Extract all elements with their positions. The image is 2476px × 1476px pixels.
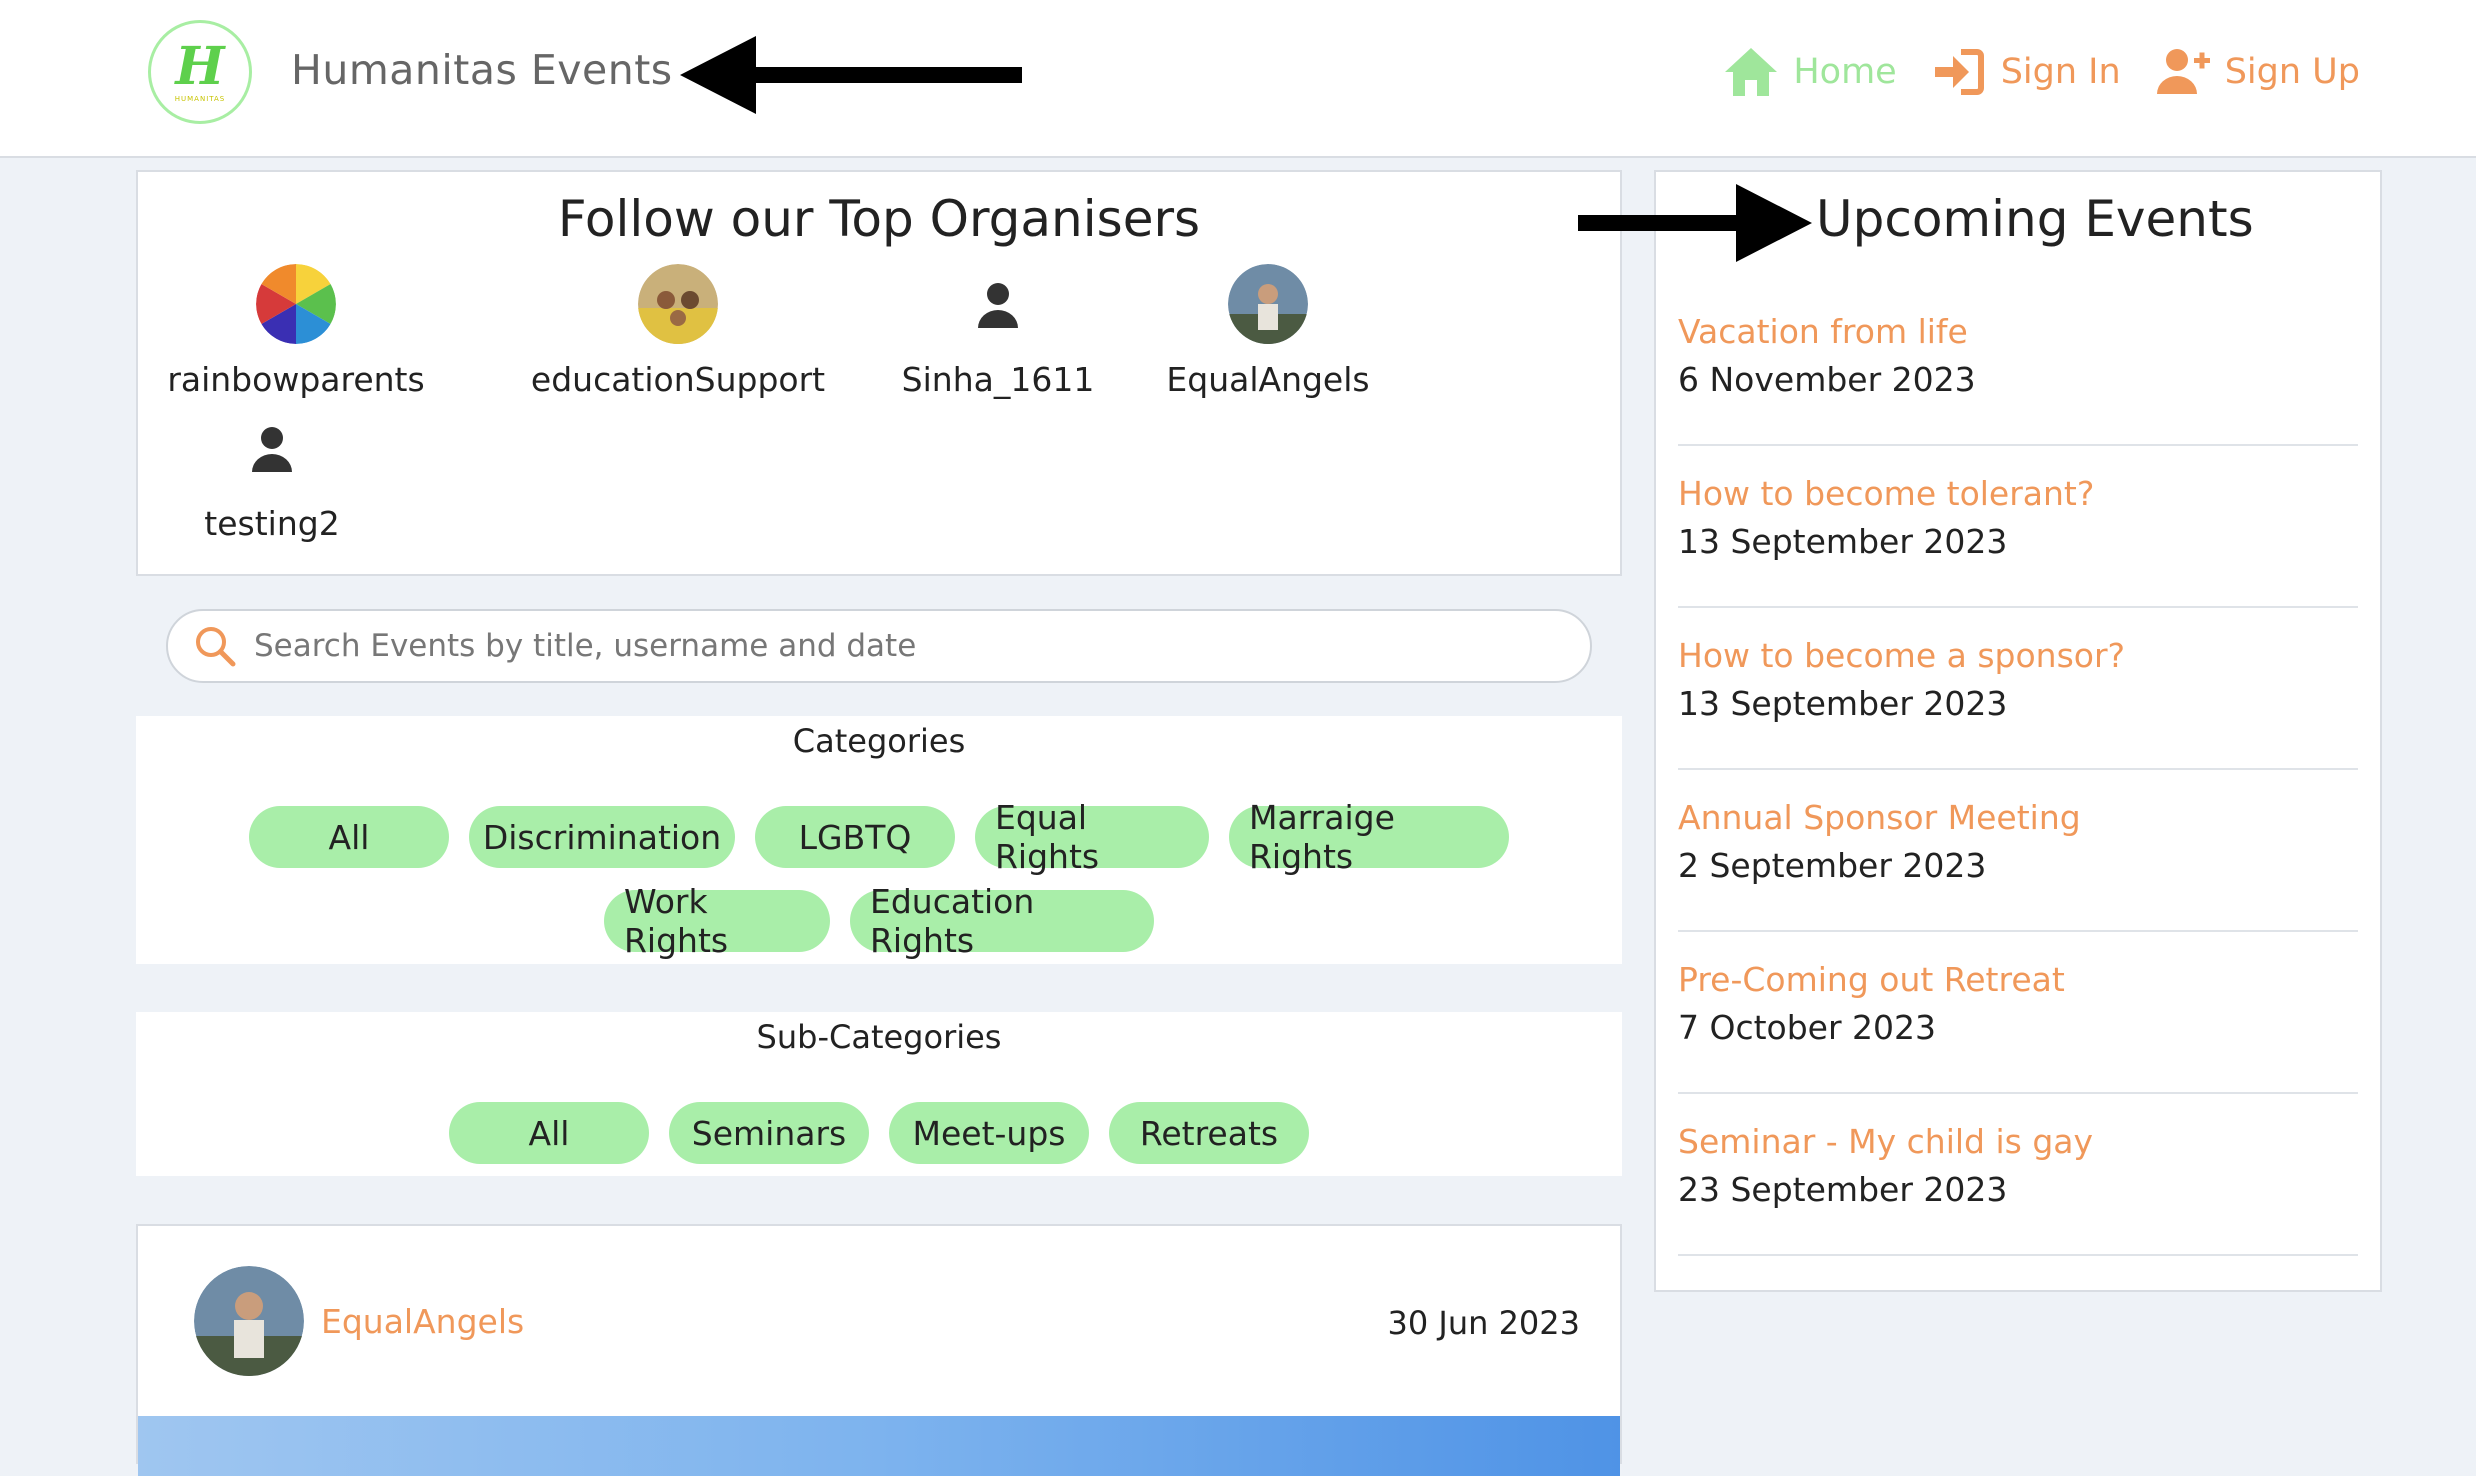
upcoming-event-item: How to become a sponsor? 13 September 20… [1678,606,2358,770]
post-date: 30 Jun 2023 [1387,1304,1581,1342]
categories-row: Work Rights Education Rights [136,882,1622,960]
nav-home-label: Home [1793,52,1897,92]
event-title-link[interactable]: Seminar - My child is gay [1678,1122,2093,1161]
categories-panel: Categories All Discrimination LGBTQ Equa… [136,716,1622,964]
subcategories-panel: Sub-Categories All Seminars Meet-ups Ret… [136,1012,1622,1176]
subcategory-pill-retreats[interactable]: Retreats [1109,1102,1309,1164]
organiser-item[interactable]: testing2 [194,408,350,543]
event-title-link[interactable]: Pre-Coming out Retreat [1678,960,2065,999]
category-pill-work-rights[interactable]: Work Rights [604,882,830,960]
upcoming-events-title: Upcoming Events [1816,190,2254,248]
post-avatar[interactable] [194,1266,304,1376]
navbar: H HUMANITAS Humanitas Events Home Sign I… [0,0,2476,158]
nav-sign-up-label: Sign Up [2224,52,2360,92]
category-pill-all[interactable]: All [249,806,449,868]
upcoming-events-card: Upcoming Events Vacation from life 6 Nov… [1654,170,2382,1292]
nav-home-link[interactable]: Home [1723,44,1897,100]
organiser-name: testing2 [204,504,340,543]
logo-letter: H [175,36,225,97]
person-icon [252,427,292,472]
event-date: 23 September 2023 [1678,1170,2008,1209]
organiser-item[interactable]: rainbowparents [167,264,425,399]
photo-avatar [1228,264,1308,344]
top-organisers-card: Follow our Top Organisers rainbowparents… [136,170,1622,576]
nav-sign-in-label: Sign In [2000,52,2121,92]
upcoming-event-item: Seminar - My child is gay 23 September 2… [1678,1092,2358,1256]
logo-caption: HUMANITAS [174,95,226,103]
search-bar[interactable] [166,609,1592,683]
organiser-name: rainbowparents [167,360,425,399]
organiser-item[interactable]: Sinha_1611 [902,264,1094,399]
post-image[interactable] [138,1416,1620,1476]
upcoming-event-item: Vacation from life 6 November 2023 [1678,282,2358,446]
search-input[interactable] [252,627,1590,665]
subcategories-label: Sub-Categories [756,1018,1002,1056]
event-date: 7 October 2023 [1678,1008,1937,1047]
upcoming-event-item: Pre-Coming out Retreat 7 October 2023 [1678,930,2358,1094]
organiser-item[interactable]: EqualAngels [1158,264,1378,399]
event-date: 13 September 2023 [1678,522,2008,561]
organiser-name: EqualAngels [1166,360,1370,399]
organiser-name: Sinha_1611 [901,360,1095,399]
search-icon [196,627,236,667]
categories-row: All Discrimination LGBTQ Equal Rights Ma… [136,798,1622,876]
event-date: 2 September 2023 [1678,846,1987,885]
home-icon [1725,48,1778,96]
subcategory-pill-seminars[interactable]: Seminars [669,1102,869,1164]
annotation-arrow-right-icon [1578,184,1812,262]
person-icon [978,283,1018,328]
post-username-link[interactable]: EqualAngels [321,1302,524,1341]
upcoming-event-item: Annual Sponsor Meeting 2 September 2023 [1678,768,2358,932]
category-pill-education-rights[interactable]: Education Rights [850,882,1154,960]
subcategory-pill-meet-ups[interactable]: Meet-ups [889,1102,1089,1164]
annotation-arrow-left-icon [680,36,1022,114]
nav-sign-in-link[interactable]: Sign In [1931,44,2121,100]
category-pill-equal-rights[interactable]: Equal Rights [975,798,1209,876]
event-post-card[interactable]: EqualAngels 30 Jun 2023 [136,1224,1622,1476]
nav-sign-up-link[interactable]: Sign Up [2155,44,2360,100]
organiser-item[interactable]: educationSupport [531,264,825,399]
category-pill-lgbtq[interactable]: LGBTQ [755,806,955,868]
upcoming-event-item: How to become tolerant? 13 September 202… [1678,444,2358,608]
brand-name[interactable]: Humanitas Events [291,46,673,94]
event-title-link[interactable]: Vacation from life [1678,312,1968,351]
subcategory-pill-all[interactable]: All [449,1102,649,1164]
organisers-title: Follow our Top Organisers [557,190,1201,248]
event-title-link[interactable]: Annual Sponsor Meeting [1678,798,2081,837]
category-pill-marraige-rights[interactable]: Marraige Rights [1229,798,1509,876]
event-title-link[interactable]: How to become a sponsor? [1678,636,2125,675]
event-date: 13 September 2023 [1678,684,2008,723]
subcategories-row: All Seminars Meet-ups Retreats [136,1102,1622,1164]
event-title-link[interactable]: How to become tolerant? [1678,474,2094,513]
organiser-name: educationSupport [530,360,826,399]
event-date: 6 November 2023 [1678,360,1976,399]
category-pill-discrimination[interactable]: Discrimination [469,806,735,868]
rainbow-avatar [256,264,336,344]
sign-in-icon [1934,49,1984,95]
user-plus-icon [2156,49,2210,94]
categories-label: Categories [792,722,966,760]
photo-avatar [638,264,718,344]
nav-links: Home Sign In Sign Up [1723,44,2360,100]
brand-logo[interactable]: H HUMANITAS [148,20,252,124]
